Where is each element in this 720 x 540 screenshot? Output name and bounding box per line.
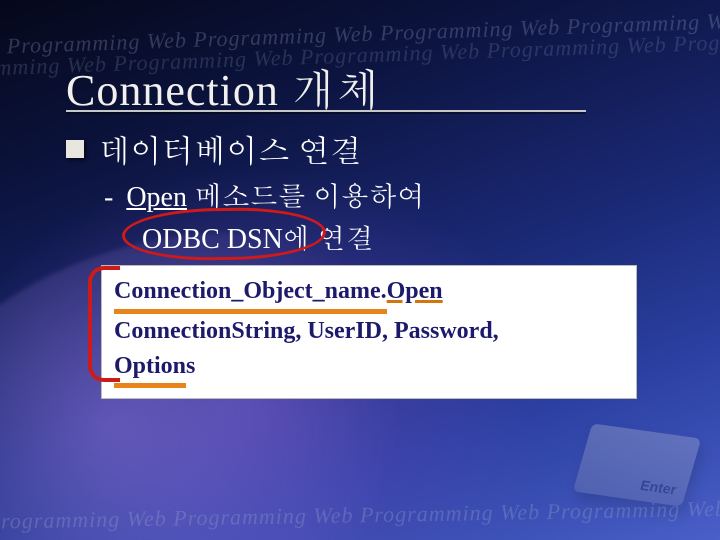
- sub-line-1-rest: 메소드를 이용하여: [187, 182, 425, 213]
- title-underline: [66, 110, 586, 112]
- sub-line-1: - Open 메소드를 이용하여: [104, 174, 425, 214]
- code-line-3: Options: [114, 349, 624, 389]
- bullet-text: 데이터베이스 연결: [98, 126, 362, 171]
- code-line-2: ConnectionString, UserID, Password,: [114, 314, 624, 349]
- bullet-square-icon: [66, 140, 84, 158]
- open-method-word: Open: [126, 182, 187, 213]
- sub-line-2: ODBC DSN에 연결: [142, 216, 374, 256]
- code-option-s: s: [186, 353, 195, 379]
- code-line-1: Connection_Object_name.Open: [114, 274, 624, 314]
- slide-title: Connection 개체: [66, 56, 381, 118]
- bullet-row: 데이터베이스 연결: [66, 126, 362, 171]
- keyboard-key-graphic: Enter: [573, 423, 701, 506]
- dash-icon: -: [104, 182, 120, 213]
- code-object-name: Connection_Object_name.: [114, 274, 387, 314]
- code-option-word: Option: [114, 349, 186, 389]
- slide: Enter Web Programming Web Programming We…: [0, 0, 720, 540]
- code-box: Connection_Object_name.Open ConnectionSt…: [102, 266, 636, 398]
- key-label: Enter: [639, 477, 679, 498]
- watermark-text: Web Programming Web Programming Web Prog…: [0, 5, 720, 61]
- code-open-keyword: Open: [387, 278, 443, 304]
